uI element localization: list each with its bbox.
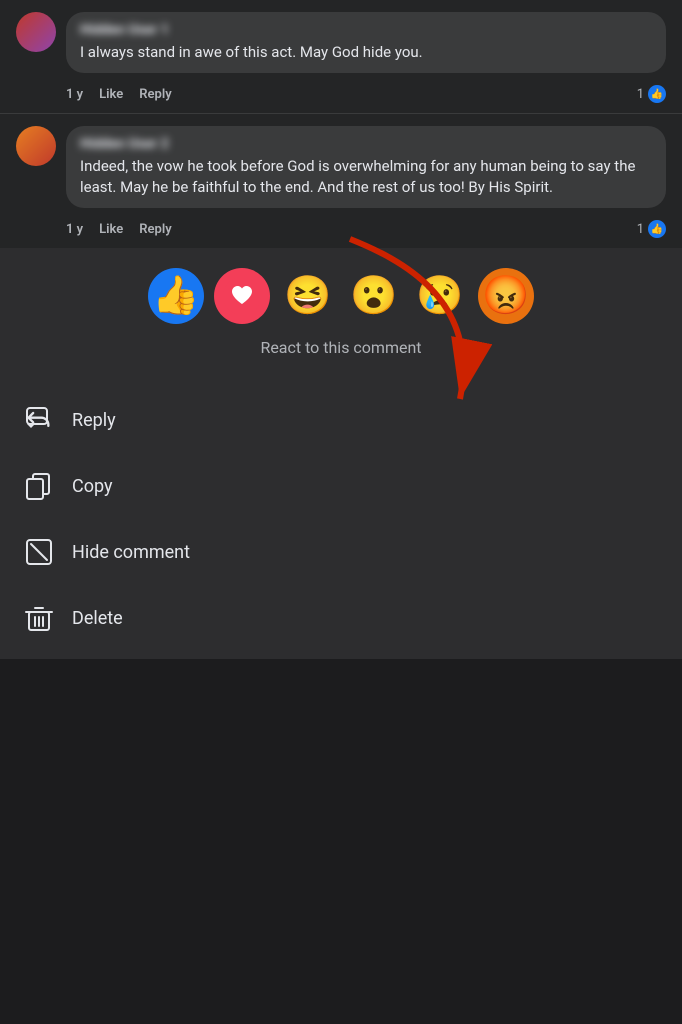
reply-bubble-icon xyxy=(25,406,53,434)
comment-block-1: Hidden User 1 I always stand in awe of t… xyxy=(0,0,682,79)
comment-time-1: 1 y xyxy=(66,87,83,102)
reaction-sad[interactable]: 😢 xyxy=(412,268,468,324)
menu-item-copy[interactable]: Copy xyxy=(0,453,682,519)
comment-time-2: 1 y xyxy=(66,222,83,237)
comment-name-2: Hidden User 2 xyxy=(80,136,652,152)
trash-icon xyxy=(24,603,54,633)
heart-icon xyxy=(223,277,261,315)
like-thumb-icon-1: 👍 xyxy=(648,85,666,103)
like-button-1[interactable]: Like xyxy=(99,87,123,102)
reply-icon xyxy=(24,405,54,435)
reaction-row: 👍 😆 😮 😢 😡 xyxy=(16,268,666,324)
copy-svg xyxy=(25,472,53,500)
reaction-section: 👍 😆 😮 😢 😡 React to this comment xyxy=(0,248,682,379)
menu-item-hide-comment[interactable]: Hide comment xyxy=(0,519,682,585)
like-count-1: 1 👍 xyxy=(637,85,666,103)
comment-text-2: Indeed, the vow he took before God is ov… xyxy=(80,156,652,198)
menu-label-delete: Delete xyxy=(72,608,123,629)
copy-icon xyxy=(24,471,54,501)
reply-button-2[interactable]: Reply xyxy=(139,222,171,237)
comment-name-1: Hidden User 1 xyxy=(80,22,652,38)
comment-text-1: I always stand in awe of this act. May G… xyxy=(80,42,652,63)
reaction-wow[interactable]: 😮 xyxy=(346,268,402,324)
comment-block-2: Hidden User 2 Indeed, the vow he took be… xyxy=(0,114,682,214)
like-button-2[interactable]: Like xyxy=(99,222,123,237)
comment-bubble-2: Hidden User 2 Indeed, the vow he took be… xyxy=(66,126,666,208)
comment-actions-1: 1 y Like Reply 1 👍 xyxy=(0,79,682,113)
context-menu: Reply Copy Hide comment xyxy=(0,379,682,659)
feed-section: Hidden User 1 I always stand in awe of t… xyxy=(0,0,682,248)
menu-label-hide: Hide comment xyxy=(72,542,190,563)
avatar-2 xyxy=(16,126,56,166)
reaction-angry[interactable]: 😡 xyxy=(478,268,534,324)
menu-item-delete[interactable]: Delete xyxy=(0,585,682,651)
reaction-love[interactable] xyxy=(214,268,270,324)
like-count-num-2: 1 xyxy=(637,222,644,237)
menu-item-reply[interactable]: Reply xyxy=(0,387,682,453)
like-count-num-1: 1 xyxy=(637,87,644,102)
reaction-haha[interactable]: 😆 xyxy=(280,268,336,324)
comment-bubble-1: Hidden User 1 I always stand in awe of t… xyxy=(66,12,666,73)
menu-label-copy: Copy xyxy=(72,476,113,497)
hide-svg xyxy=(25,538,53,566)
like-count-2: 1 👍 xyxy=(637,220,666,238)
trash-svg xyxy=(25,604,53,632)
like-thumb-icon-2: 👍 xyxy=(648,220,666,238)
reaction-label: React to this comment xyxy=(16,338,666,357)
menu-label-reply: Reply xyxy=(72,410,116,431)
comment-actions-2: 1 y Like Reply 1 👍 xyxy=(0,214,682,248)
reaction-like[interactable]: 👍 xyxy=(148,268,204,324)
avatar-1 xyxy=(16,12,56,52)
reply-button-1[interactable]: Reply xyxy=(139,87,171,102)
hide-icon xyxy=(24,537,54,567)
